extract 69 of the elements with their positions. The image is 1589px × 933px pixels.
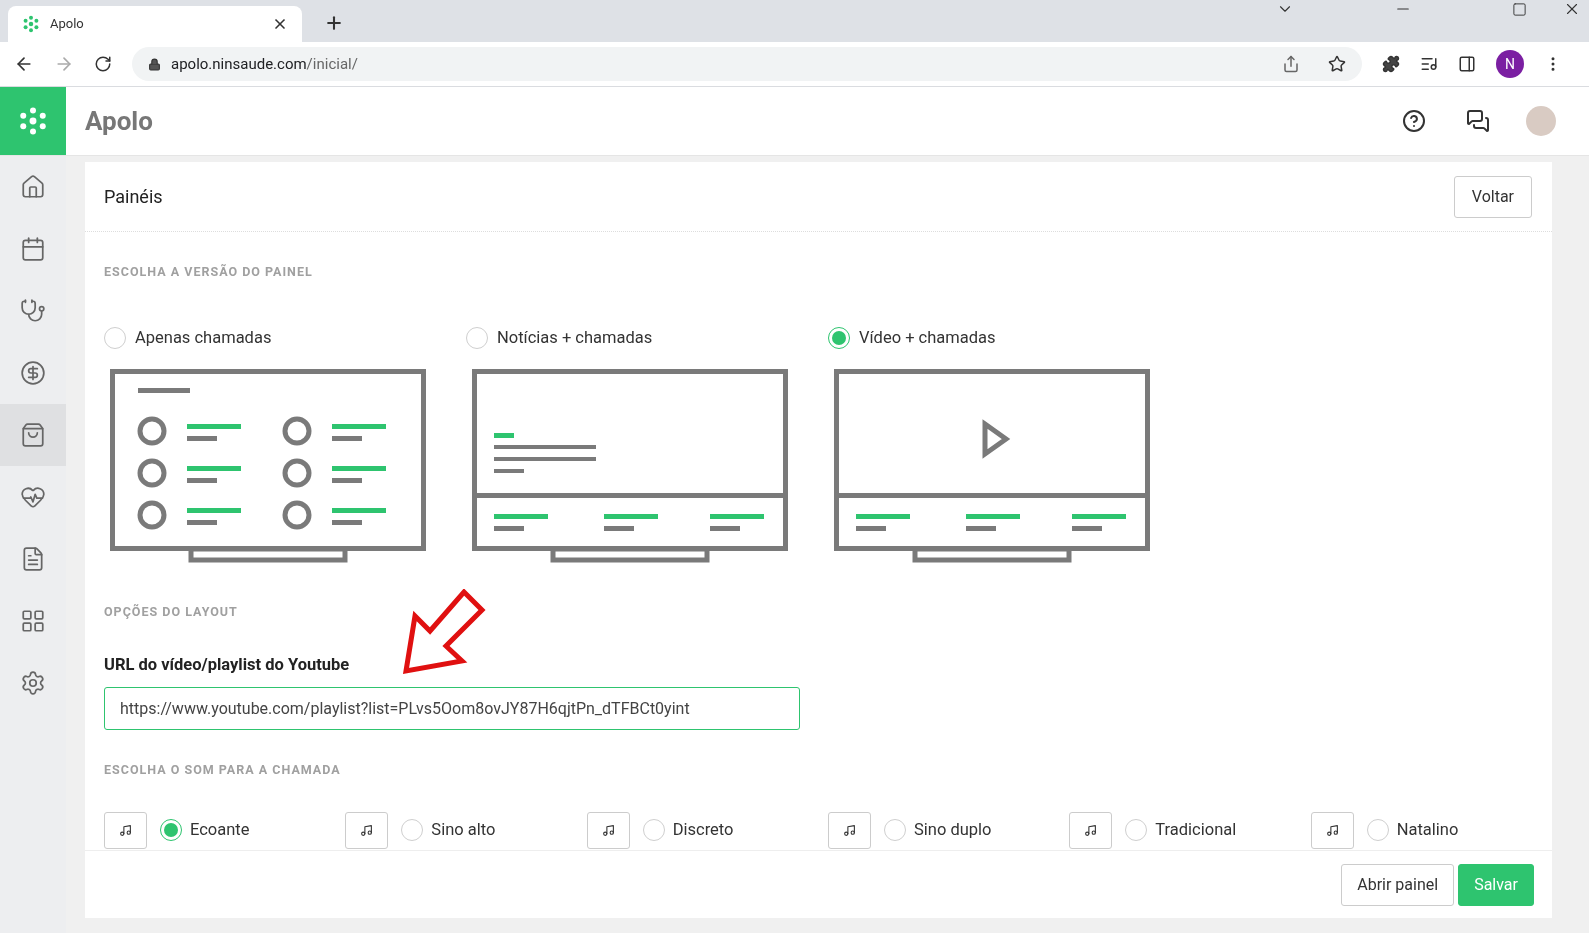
radio-label: Apenas chamadas — [135, 326, 272, 349]
radio-button[interactable] — [104, 327, 126, 350]
address-bar[interactable]: apolo.ninsaude.com/inicial/ — [132, 47, 1362, 81]
radio-label: Discreto — [672, 818, 734, 841]
url-input-field[interactable]: https://www.youtube.com/playlist?list=PLvs5Oom8ovJY87H6qjtPn_dTFBCt0yint — [104, 687, 800, 730]
section-heading: ESCOLHA O SOM PARA A CHAMADA — [104, 761, 342, 779]
close-icon[interactable] — [272, 16, 288, 32]
play-sound-button[interactable] — [1310, 811, 1354, 849]
url-text: apolo.ninsaude.com/inicial/ — [171, 53, 359, 75]
app-logo[interactable] — [0, 87, 66, 155]
radio-button[interactable] — [1366, 819, 1389, 842]
open-panel-button[interactable]: Abrir painel — [1341, 863, 1455, 906]
radio-label: Notícias + chamadas — [497, 326, 653, 349]
back-button[interactable]: Voltar — [1453, 175, 1532, 218]
radio-button[interactable] — [160, 819, 182, 842]
side-panel-icon[interactable] — [1458, 55, 1476, 73]
stethoscope-icon — [20, 298, 46, 324]
home-icon — [20, 174, 46, 200]
play-sound-button[interactable] — [104, 811, 147, 849]
logo-icon — [22, 15, 40, 33]
maximize-icon[interactable] — [1512, 1, 1527, 17]
radio-label: Ecoante — [190, 818, 250, 841]
play-sound-button[interactable] — [1069, 811, 1113, 849]
calendar-icon — [20, 236, 46, 262]
section-heading: OPÇÕES DO LAYOUT — [104, 602, 239, 621]
radio-button[interactable] — [642, 819, 665, 842]
sidebar-item[interactable] — [0, 404, 66, 466]
new-tab-icon[interactable] — [324, 13, 344, 33]
page-title: Painéis — [104, 185, 163, 209]
play-sound-button[interactable] — [345, 811, 389, 849]
reload-icon[interactable] — [94, 55, 112, 73]
radio-button[interactable] — [1125, 819, 1148, 842]
play-sound-button[interactable] — [586, 811, 630, 849]
field-label: URL do vídeo/playlist do Youtube — [104, 654, 351, 677]
share-icon[interactable] — [1282, 55, 1300, 73]
play-sound-button[interactable] — [828, 811, 871, 849]
bag-icon — [20, 422, 46, 448]
tab-title: Apolo — [50, 15, 85, 34]
browser-tab[interactable]: Apolo — [8, 6, 302, 42]
radio-button[interactable] — [884, 819, 906, 842]
profile-avatar[interactable]: N — [1496, 50, 1524, 78]
radio-button[interactable] — [401, 819, 424, 842]
dollar-icon — [20, 360, 46, 386]
radio-label: Tradicional — [1155, 818, 1237, 841]
media-icon[interactable] — [1420, 55, 1438, 73]
radio-label: Sino alto — [431, 818, 496, 841]
music-note-icon — [119, 823, 132, 837]
radio-label: Sino duplo — [914, 818, 992, 841]
radio-button[interactable] — [828, 327, 850, 350]
radio-label: Natalino — [1396, 818, 1459, 841]
settings-icon — [20, 670, 46, 696]
lock-icon — [148, 57, 161, 71]
radio-button[interactable] — [466, 327, 488, 350]
chat-icon[interactable] — [1466, 109, 1490, 133]
extensions-icon[interactable] — [1382, 55, 1400, 73]
music-note-icon — [843, 823, 856, 837]
help-icon[interactable] — [1402, 109, 1426, 133]
radio-label: Vídeo + chamadas — [859, 326, 996, 349]
app-title: Apolo — [85, 104, 154, 138]
music-note-icon — [360, 823, 374, 837]
section-heading: ESCOLHA A VERSÃO DO PAINEL — [104, 263, 314, 281]
heart-pulse-icon — [20, 484, 46, 510]
music-note-icon — [601, 823, 615, 837]
music-note-icon — [1084, 823, 1098, 837]
grid-icon — [20, 608, 46, 634]
document-icon — [20, 546, 46, 572]
logo-icon — [18, 106, 48, 136]
music-note-icon — [1325, 823, 1339, 837]
star-icon[interactable] — [1328, 55, 1346, 73]
